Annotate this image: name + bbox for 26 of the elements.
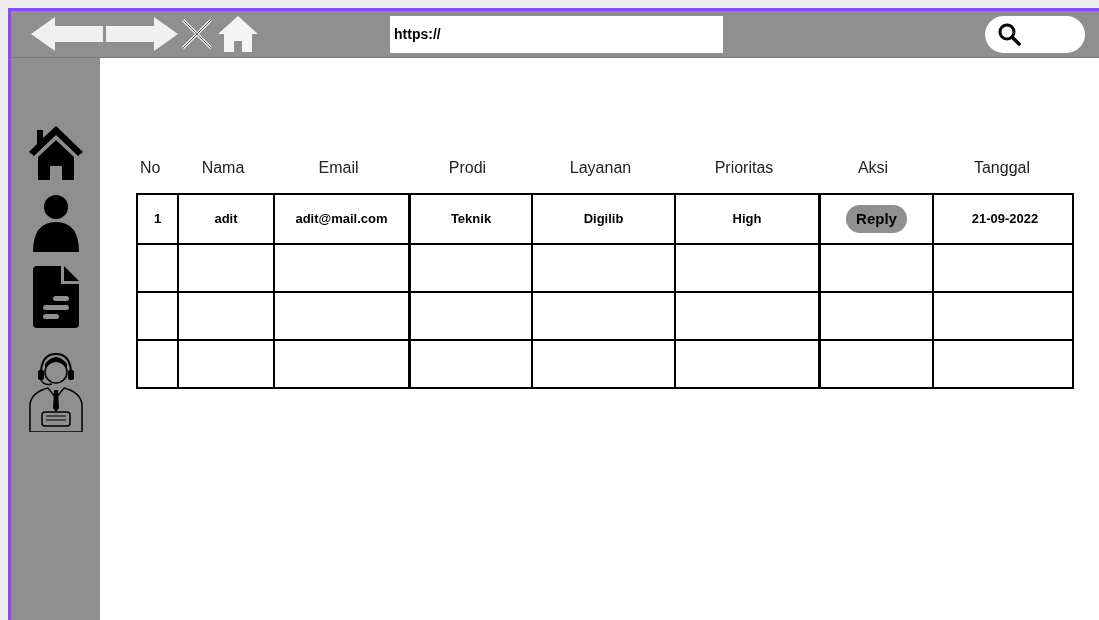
reply-button[interactable]: Reply xyxy=(846,205,907,233)
home-icon[interactable] xyxy=(218,16,258,52)
table-cell-text: 1 xyxy=(152,210,163,229)
column-header: Prioritas xyxy=(714,158,774,178)
table-cell: Teknik xyxy=(408,195,531,243)
forward-arrow-icon[interactable] xyxy=(106,17,178,51)
column-header: No xyxy=(139,158,161,178)
url-field[interactable]: https:// xyxy=(390,15,723,53)
search-field[interactable] xyxy=(985,15,1085,53)
back-arrow-icon[interactable] xyxy=(31,17,103,51)
close-icon[interactable] xyxy=(180,17,214,51)
column-header: Tanggal xyxy=(973,158,1030,178)
table-cell: High xyxy=(674,195,818,243)
table-cell: Digilib xyxy=(531,195,674,243)
column-header: Prodi xyxy=(448,158,487,178)
document-icon[interactable] xyxy=(32,266,79,328)
column-header: Aksi xyxy=(857,158,889,178)
person-icon[interactable] xyxy=(32,194,79,252)
column-header: Nama xyxy=(201,158,245,178)
search-icon xyxy=(997,22,1021,46)
column-header: Layanan xyxy=(569,158,632,178)
table-cell: adit@mail.com xyxy=(273,195,408,243)
table-cell: 21-09-2022 xyxy=(932,195,1076,243)
table-cell: adit xyxy=(177,195,273,243)
column-header: Email xyxy=(318,158,359,178)
home-icon[interactable] xyxy=(28,124,83,180)
